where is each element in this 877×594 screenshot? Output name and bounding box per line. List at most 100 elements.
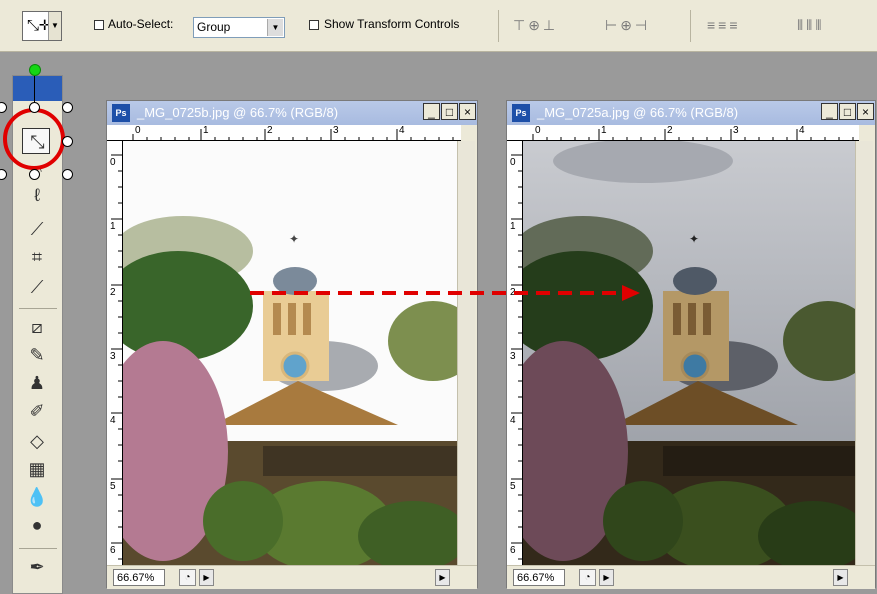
highlight-circle (3, 108, 65, 170)
history-brush-button[interactable]: ✐ (23, 398, 51, 424)
distribute-vertical-icons[interactable]: ≡≡≡ (707, 17, 741, 35)
transform-handle[interactable] (62, 169, 73, 180)
close-icon[interactable]: × (857, 103, 874, 120)
transform-handle[interactable] (62, 136, 73, 147)
distribute-horizontal-icons[interactable]: ⦀⦀⦀ (797, 17, 824, 35)
horizontal-ruler[interactable]: 0 1 2 3 4 (107, 125, 461, 141)
ruler-label: 0 (535, 125, 541, 136)
brush-tool-button[interactable]: ✎ (23, 342, 51, 368)
info-icon[interactable]: ◔ (579, 569, 596, 586)
ruler-label: 3 (510, 351, 516, 362)
ruler-label: 6 (510, 545, 516, 556)
horizontal-ruler[interactable]: 0 1 2 3 4 (507, 125, 859, 141)
divider (19, 548, 57, 549)
stamp-icon: ♟ (28, 373, 46, 393)
image-canvas[interactable]: ✦ (523, 141, 855, 565)
document-icon: Ps (512, 104, 530, 122)
transform-handle[interactable] (29, 102, 40, 113)
vertical-scrollbar[interactable] (457, 141, 475, 565)
divider (690, 10, 691, 42)
transform-handle[interactable] (29, 169, 40, 180)
clone-stamp-button[interactable]: ♟ (23, 370, 51, 396)
document-icon: Ps (112, 104, 130, 122)
ruler-label: 2 (267, 125, 273, 136)
vertical-ruler[interactable]: 0 1 2 3 4 5 6 (107, 141, 123, 565)
close-icon[interactable]: × (459, 103, 476, 120)
magic-wand-icon: ⟋ (30, 219, 44, 239)
window-titlebar[interactable]: Ps _MG_0725b.jpg @ 66.7% (RGB/8) _ □ × (107, 101, 477, 125)
auto-select-checkbox[interactable] (94, 20, 104, 30)
rotate-handle[interactable] (29, 64, 41, 76)
gradient-tool-button[interactable]: ▦ (23, 456, 51, 482)
chevron-right-icon[interactable]: ▶ (833, 569, 848, 586)
info-icon[interactable]: ◔ (179, 569, 196, 586)
maximize-icon[interactable]: □ (839, 103, 856, 120)
ruler-label: 1 (110, 221, 116, 232)
status-bar: 66.67% ◔ ▶ ▶ (507, 565, 875, 589)
chevron-down-icon: ▼ (267, 19, 283, 36)
window-title: _MG_0725a.jpg @ 66.7% (RGB/8) (537, 105, 739, 120)
align-horizontal-icons[interactable]: ⊢⊕⊣ (605, 17, 650, 35)
slice-tool-button[interactable]: ⟋ (23, 274, 51, 300)
svg-text:✦: ✦ (689, 232, 699, 246)
zoom-field[interactable]: 66.67% (513, 569, 565, 586)
transform-handle[interactable] (0, 169, 7, 180)
ruler-label: 2 (667, 125, 673, 136)
ruler-label: 6 (110, 545, 116, 556)
maximize-icon[interactable]: □ (441, 103, 458, 120)
lasso-tool-button[interactable]: ℓ (23, 182, 51, 208)
eraser-icon: ◇ (30, 431, 44, 451)
drop-icon: 💧 (25, 487, 49, 507)
history-brush-icon: ✐ (29, 401, 45, 421)
blur-tool-button[interactable]: 💧 (23, 484, 51, 510)
eraser-tool-button[interactable]: ◇ (23, 428, 51, 454)
chevron-right-icon[interactable]: ▶ (199, 569, 214, 586)
healing-brush-button[interactable]: ⧄ (23, 314, 51, 340)
ruler-label: 3 (333, 125, 339, 136)
ruler-label: 0 (110, 157, 116, 168)
dodge-tool-button[interactable]: ● (23, 512, 51, 538)
chevron-right-icon[interactable]: ▶ (599, 569, 614, 586)
zoom-field[interactable]: 66.67% (113, 569, 165, 586)
divider (498, 10, 499, 42)
divider (19, 308, 57, 309)
ruler-label: 1 (510, 221, 516, 232)
vertical-scrollbar[interactable] (855, 141, 873, 565)
minimize-icon[interactable]: _ (821, 103, 838, 120)
pen-icon: ✒ (29, 557, 45, 577)
vertical-ruler[interactable]: 0 1 2 3 4 5 6 (507, 141, 523, 565)
ruler-label: 3 (733, 125, 739, 136)
magic-wand-tool-button[interactable]: ⟋ (23, 216, 51, 242)
document-window-1: Ps _MG_0725b.jpg @ 66.7% (RGB/8) _ □ × 0… (106, 100, 478, 589)
tool-preset-picker[interactable]: ⤡✛ ▼ (22, 11, 62, 41)
lasso-icon: ℓ (34, 185, 40, 205)
toolbox-header[interactable] (13, 76, 62, 101)
window-title: _MG_0725b.jpg @ 66.7% (RGB/8) (137, 105, 339, 120)
window-titlebar[interactable]: Ps _MG_0725a.jpg @ 66.7% (RGB/8) _ □ × (507, 101, 875, 125)
ruler-label: 0 (135, 125, 141, 136)
transform-handle[interactable] (0, 102, 7, 113)
crop-tool-button[interactable]: ⌗ (23, 244, 51, 270)
document-window-2: Ps _MG_0725a.jpg @ 66.7% (RGB/8) _ □ × 0… (506, 100, 876, 589)
options-bar: ⤡✛ ▼ Auto-Select: Group ▼ Show Transform… (0, 0, 877, 52)
show-transform-checkbox[interactable] (309, 20, 319, 30)
auto-select-value: Group (197, 20, 231, 34)
chevron-right-icon[interactable]: ▶ (435, 569, 450, 586)
auto-select-dropdown[interactable]: Group ▼ (193, 17, 285, 38)
image-canvas[interactable]: ✦ (123, 141, 457, 565)
ruler-label: 4 (399, 125, 405, 136)
brush-icon: ✎ (29, 345, 45, 365)
ruler-label: 5 (110, 481, 116, 492)
pen-tool-button[interactable]: ✒ (23, 554, 51, 580)
status-bar: 66.67% ◔ ▶ ▶ (107, 565, 477, 589)
ruler-label: 1 (601, 125, 607, 136)
svg-text:✦: ✦ (289, 232, 299, 246)
minimize-icon[interactable]: _ (423, 103, 440, 120)
drag-direction-arrow (250, 285, 640, 301)
ruler-label: 5 (510, 481, 516, 492)
transform-handle[interactable] (62, 102, 73, 113)
chevron-down-icon[interactable]: ▼ (48, 12, 61, 40)
align-edges-icons[interactable]: ⊤⊕⊥ (513, 17, 558, 35)
dodge-icon: ● (31, 515, 43, 535)
ruler-label: 2 (110, 287, 116, 298)
